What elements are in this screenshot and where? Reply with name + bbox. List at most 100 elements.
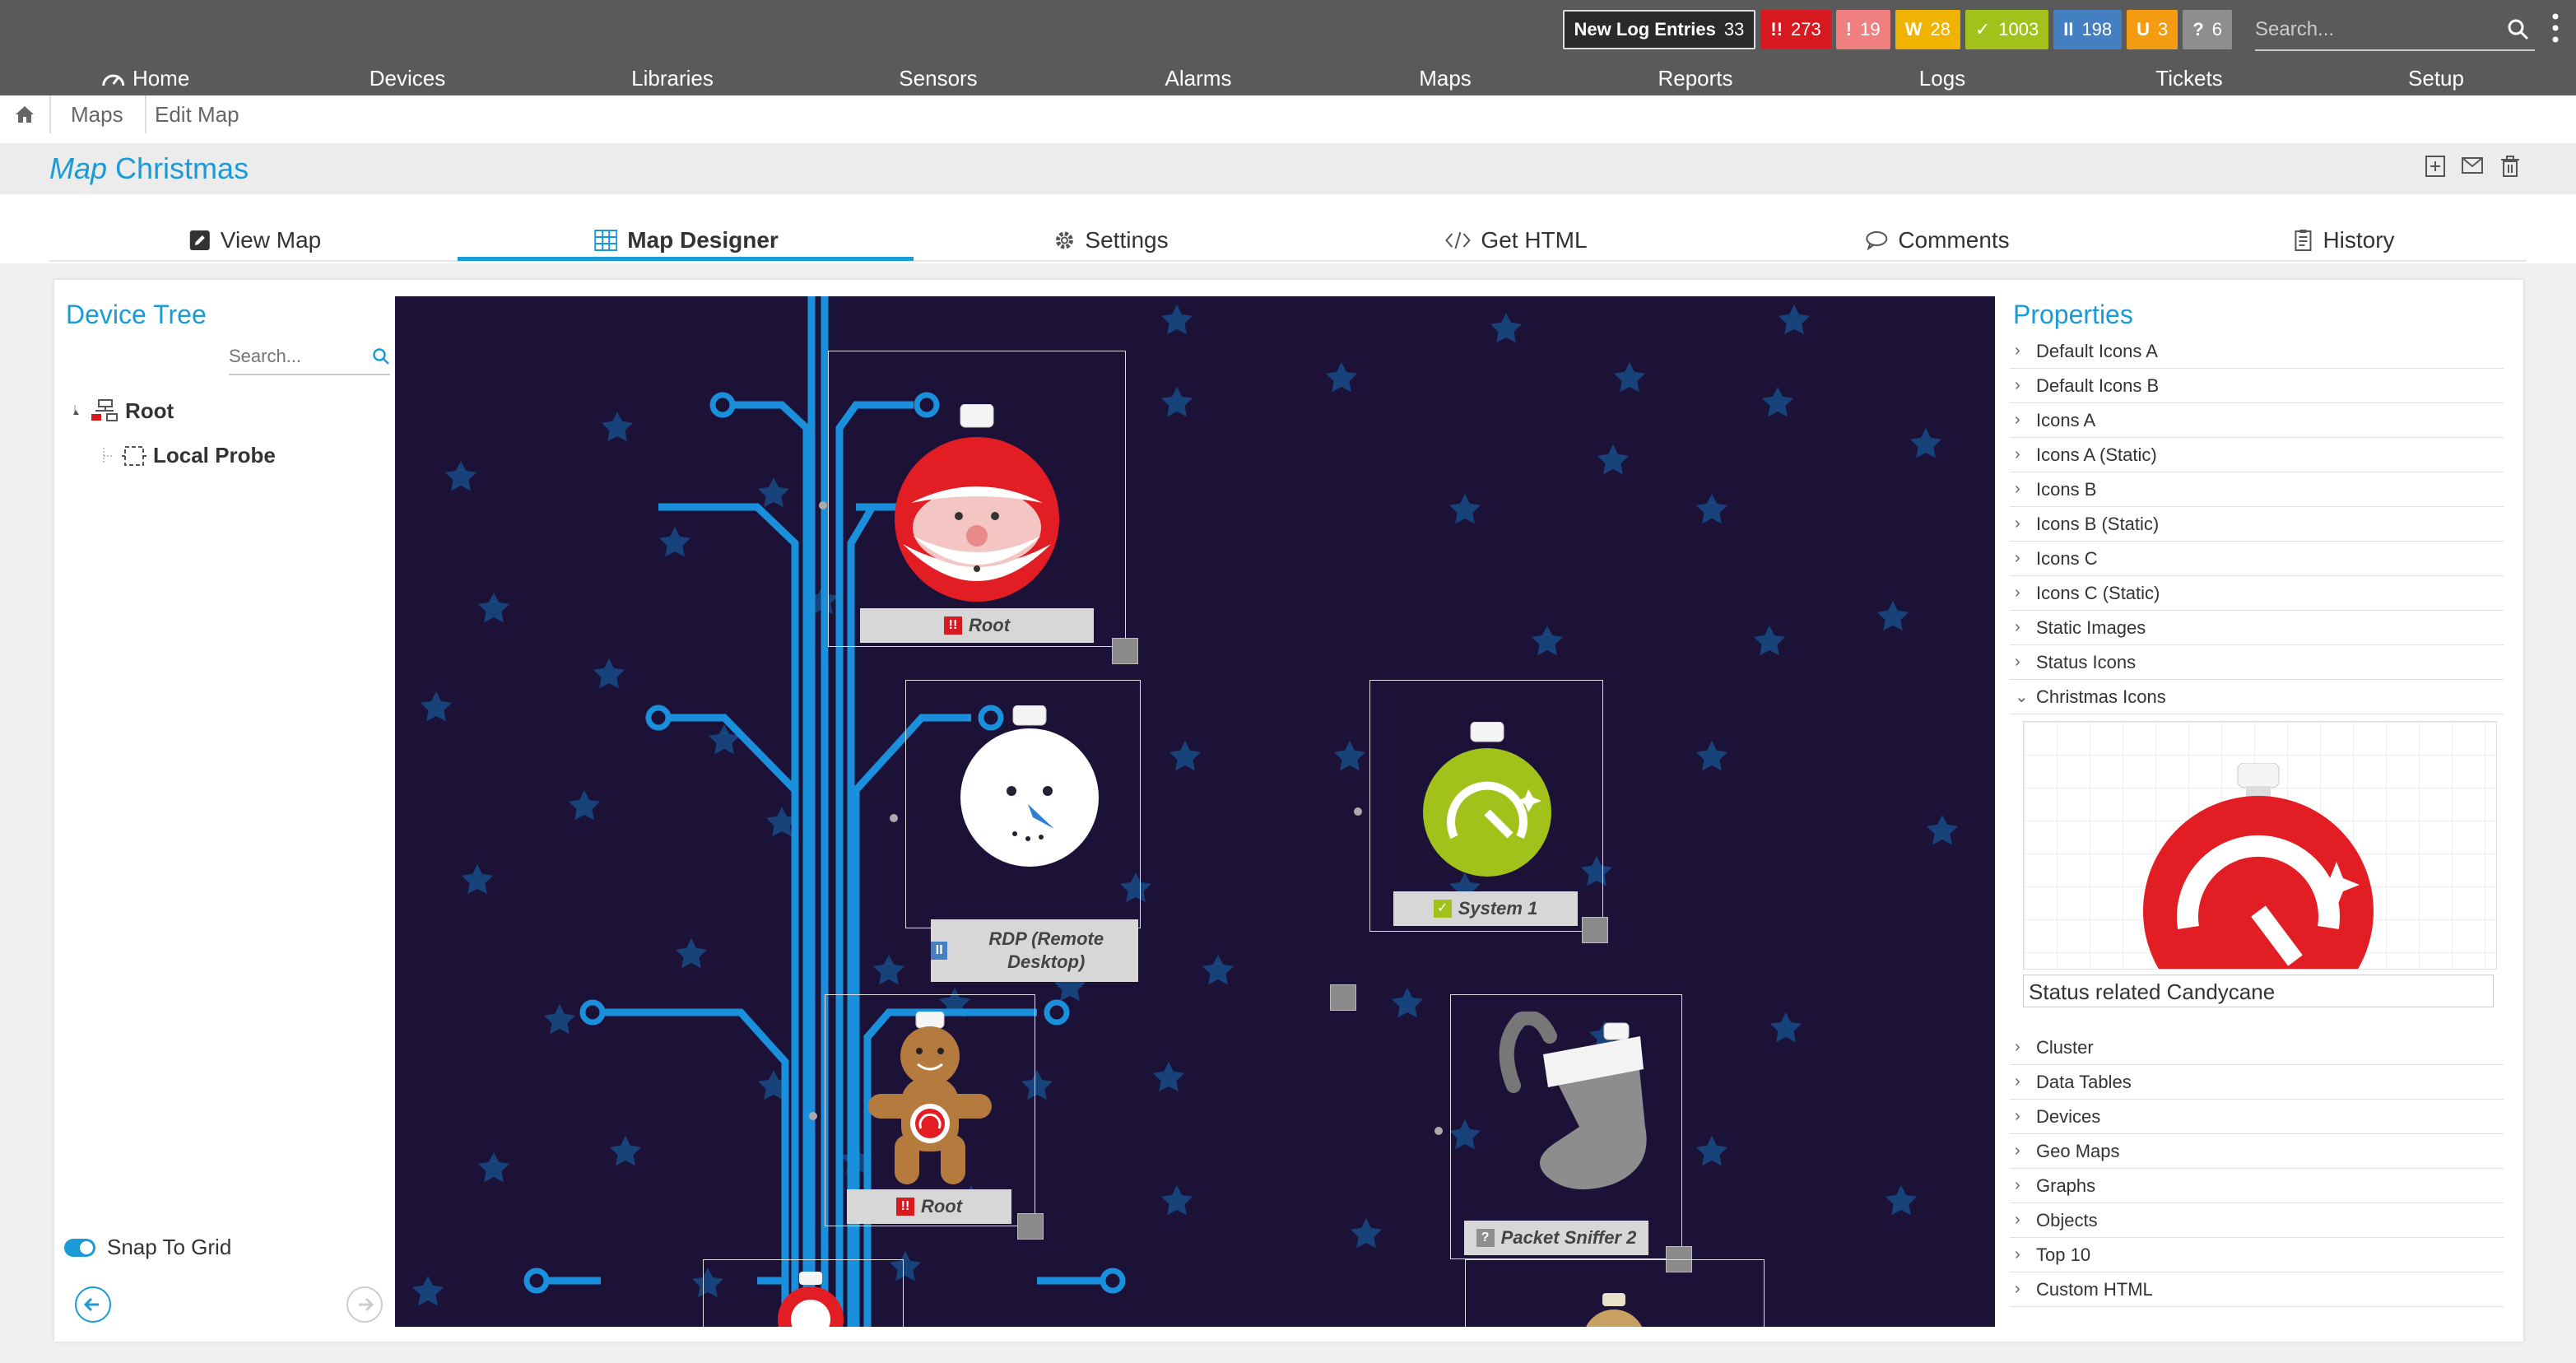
warning-badge[interactable]: W 28 [1895, 10, 1960, 49]
prop-group-label: Icons C (Static) [2036, 582, 2160, 603]
tab-settings[interactable]: Settings [1053, 227, 1169, 254]
nav-maps[interactable]: Maps [1419, 66, 1472, 91]
gauge-ornament-icon [1423, 722, 1551, 877]
map-node-gingerbread[interactable]: !! Root [825, 994, 1035, 1226]
map-node-stocking[interactable]: ? Packet Sniffer 2 [1450, 994, 1682, 1259]
map-node-santa[interactable]: !! Root [828, 351, 1138, 664]
nav-reports[interactable]: Reports [1658, 66, 1732, 91]
alarm-partial-down-badge[interactable]: ! 19 [1835, 10, 1890, 49]
prop-group[interactable]: › Icons C [2010, 542, 2504, 576]
prop-group[interactable]: › Devices [2010, 1100, 2504, 1134]
nav-tickets[interactable]: Tickets [2155, 66, 2222, 91]
prop-group[interactable]: › Graphs [2010, 1169, 2504, 1203]
title-prefix: Map [49, 151, 108, 185]
trash-icon[interactable] [2500, 155, 2520, 178]
map-node-snowman[interactable]: II RDP (Remote Desktop) [905, 680, 1141, 982]
prop-group-expanded[interactable]: ⌄ Christmas Icons [2010, 680, 2504, 714]
add-icon[interactable] [2425, 155, 2446, 178]
arrow-right-icon[interactable] [346, 1286, 384, 1323]
tab-view-map[interactable]: View Map [189, 227, 321, 254]
prop-group[interactable]: › Default Icons A [2010, 334, 2504, 369]
nav-libraries[interactable]: Libraries [631, 66, 714, 91]
search-input[interactable] [2255, 13, 2485, 46]
grid-icon [594, 230, 618, 251]
nav-sensors[interactable]: Sensors [899, 66, 977, 91]
chevron-right-icon: › [2015, 514, 2020, 533]
email-icon[interactable] [2461, 155, 2484, 176]
unusual-badge[interactable]: U 3 [2127, 10, 2178, 49]
chevron-right-icon: › [2015, 445, 2020, 463]
badge-count: 3 [2158, 19, 2169, 40]
prop-group[interactable]: › Status Icons [2010, 645, 2504, 680]
main-nav: Home Devices Libraries Sensors Alarms Ma… [0, 63, 2576, 95]
nav-devices[interactable]: Devices [370, 66, 445, 91]
tab-history[interactable]: History [2293, 227, 2395, 254]
map-node-label-text: Packet Sniffer 2 [1500, 1227, 1637, 1248]
device-tree-title: Device Tree [66, 300, 207, 329]
tree-expand-icon[interactable] [72, 404, 84, 418]
prop-group-label: Icons B [2036, 478, 2097, 500]
tree-node-root[interactable]: Root [72, 398, 174, 424]
map-node-gauge[interactable]: ✓ System 1 [1369, 680, 1603, 932]
prop-group[interactable]: › Custom HTML [2010, 1272, 2504, 1307]
nav-setup[interactable]: Setup [2408, 66, 2464, 91]
prop-group[interactable]: › Icons B (Static) [2010, 507, 2504, 542]
map-node-candycane[interactable] [703, 1259, 904, 1327]
prop-group[interactable]: › Cluster [2010, 1030, 2504, 1065]
tab-comments[interactable]: Comments [1865, 227, 2010, 254]
resize-handle[interactable] [1330, 984, 1356, 1011]
map-canvas[interactable]: !! Root II RDP (Remote Desktop) ✓ System… [395, 296, 1995, 1327]
map-node-label-text: RDP (Remote Desktop) [988, 928, 1104, 972]
probe-icon [122, 445, 146, 466]
map-node-partial[interactable] [1465, 1259, 1765, 1327]
tree-node-label: Local Probe [153, 443, 276, 468]
alarm-down-badge[interactable]: !! 273 [1760, 10, 1831, 49]
search-icon[interactable] [372, 347, 390, 365]
prop-group[interactable]: › Default Icons B [2010, 369, 2504, 403]
comment-icon [1866, 231, 1888, 250]
search-icon[interactable] [2507, 18, 2530, 41]
prop-group-label: Static Images [2036, 616, 2146, 638]
resize-handle[interactable] [1017, 1213, 1044, 1240]
tree-search-input[interactable] [229, 342, 369, 370]
tab-get-html[interactable]: Get HTML [1444, 227, 1588, 254]
prop-group[interactable]: › Icons A [2010, 403, 2504, 438]
home-icon[interactable] [15, 105, 35, 123]
more-vertical-icon[interactable] [2551, 12, 2560, 44]
tree-node-local-probe[interactable]: Local Probe [102, 443, 276, 468]
up-badge[interactable]: ✓ 1003 [1965, 10, 2049, 49]
prop-group[interactable]: › Icons A (Static) [2010, 438, 2504, 472]
title-bar: Map Christmas [0, 143, 2576, 194]
tab-label: Get HTML [1481, 227, 1588, 253]
snap-to-grid-toggle[interactable] [64, 1238, 95, 1257]
prop-group[interactable]: › Objects [2010, 1203, 2504, 1238]
new-log-entries-badge[interactable]: New Log Entries 33 [1562, 10, 1756, 49]
arrow-left-icon[interactable] [74, 1286, 112, 1323]
code-icon [1445, 231, 1471, 249]
tab-map-designer[interactable]: Map Designer [594, 227, 779, 254]
paused-badge[interactable]: II 198 [2053, 10, 2123, 49]
prop-group-label: Default Icons A [2036, 340, 2158, 361]
nav-logs[interactable]: Logs [1919, 66, 1965, 91]
map-node-label: !! Root [860, 608, 1094, 643]
resize-handle[interactable] [1112, 638, 1138, 664]
gear-icon [1055, 231, 1073, 249]
chevron-right-icon: › [2015, 1107, 2020, 1125]
badge-label: ! [1845, 19, 1853, 40]
prop-group[interactable]: › Icons C (Static) [2010, 576, 2504, 611]
prop-group[interactable]: › Data Tables [2010, 1065, 2504, 1100]
nav-home[interactable]: Home [100, 66, 189, 91]
nav-alarms[interactable]: Alarms [1165, 66, 1232, 91]
resize-handle[interactable] [1582, 917, 1608, 943]
prop-group[interactable]: › Geo Maps [2010, 1134, 2504, 1169]
prop-group[interactable]: › Icons B [2010, 472, 2504, 507]
unknown-badge[interactable]: ? 6 [2183, 10, 2232, 49]
map-node-label: !! Root [847, 1189, 1011, 1224]
chevron-right-icon: › [2015, 411, 2020, 429]
chevron-down-icon: ⌄ [2015, 688, 2029, 706]
prop-group[interactable]: › Top 10 [2010, 1238, 2504, 1272]
badge-count: 273 [1791, 19, 1821, 40]
icon-preview[interactable] [2023, 721, 2497, 970]
prop-group[interactable]: › Static Images [2010, 611, 2504, 645]
breadcrumb-maps[interactable]: Maps [71, 102, 123, 128]
